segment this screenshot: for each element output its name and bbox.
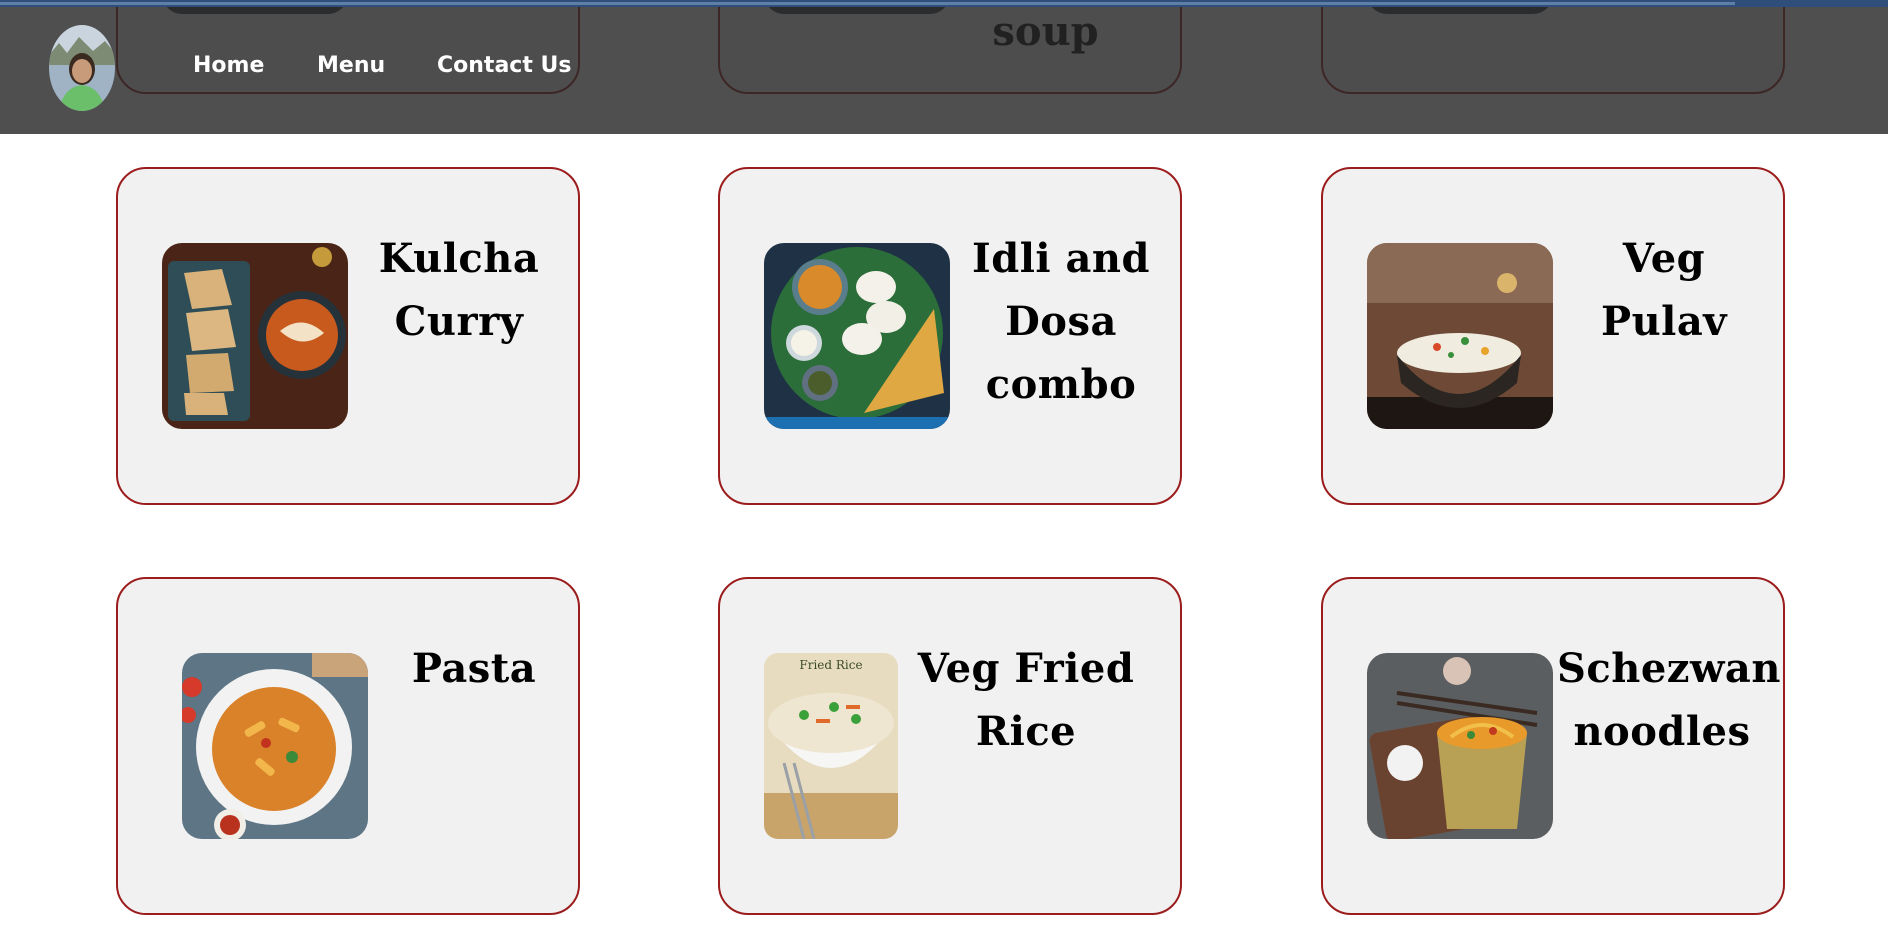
nav-link-home[interactable]: Home [193,53,264,78]
veg-pulav-photo [1367,243,1553,429]
menu-card-pasta[interactable]: Pasta [116,577,580,915]
dish-name-veg-fried-rice: Veg Fried Rice [917,645,1135,755]
veg-fried-rice-photo: Fried Rice [764,653,898,839]
menu-card-schezwan-noodles[interactable]: Schezwan noodles [1321,577,1785,915]
dish-name-kulcha-curry: Kulcha Curry [378,235,540,345]
menu-card-idli-dosa[interactable]: Idli and Dosa combo [718,167,1182,505]
nav-link-menu[interactable]: Menu [317,53,385,78]
dish-name-schezwan-noodles: Schezwan noodles [1557,645,1781,755]
navbar: Home Menu Contact Us [0,7,1888,134]
fried-rice-photo-label: Fried Rice [799,658,862,672]
top-strip-highlight [0,2,1735,5]
dish-name-idli-dosa-combo: Idli and Dosa combo [972,235,1150,408]
nav-link-contact-us[interactable]: Contact Us [437,53,571,78]
idli-dosa-photo [764,243,950,429]
schezwan-noodles-photo [1367,653,1553,839]
dish-name-veg-pulav: Veg Pulav [1600,235,1727,345]
menu-card-kulcha-curry[interactable]: Kulcha Curry [116,167,580,505]
pasta-photo [182,653,368,839]
profile-avatar[interactable] [49,25,115,111]
dish-name-pasta: Pasta [411,645,537,692]
kulcha-curry-photo [162,243,348,429]
menu-card-veg-fried-rice[interactable]: Fried Rice Veg Fried Rice [718,577,1182,915]
browser-top-strip [0,0,1888,7]
menu-card-veg-pulav[interactable]: Veg Pulav [1321,167,1785,505]
